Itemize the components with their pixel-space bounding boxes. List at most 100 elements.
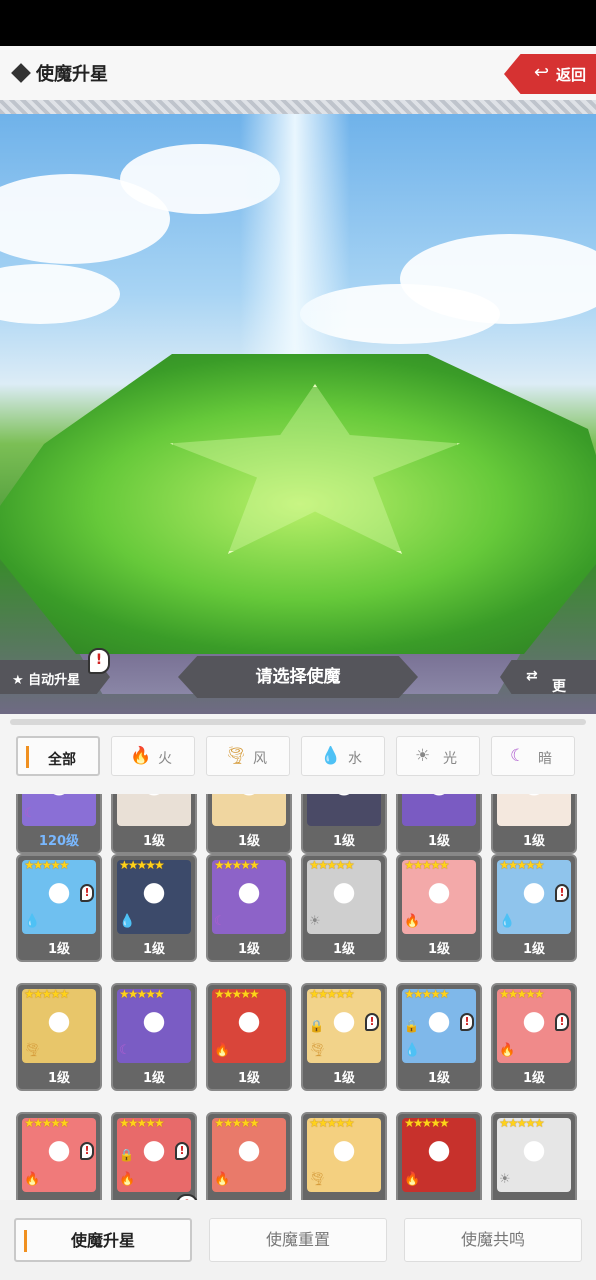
filter-light[interactable]: ☀ 光 xyxy=(396,736,480,776)
filter-label: 全部 xyxy=(48,752,76,768)
dark-icon: ☾ xyxy=(24,806,36,821)
back-label: 返回 xyxy=(556,66,587,84)
fire-icon: 🔥 xyxy=(214,1043,231,1058)
star-rating: ★★★★★ xyxy=(499,858,545,872)
familiar-level: 1级 xyxy=(332,834,356,849)
familiar-level: 1级 xyxy=(427,942,451,957)
back-button[interactable]: ↩ 返回 xyxy=(504,54,596,94)
filter-wind[interactable]: 🌪 风 xyxy=(206,736,290,776)
familiar-card[interactable]: ★★★★★ ☀ xyxy=(491,1112,577,1200)
lock-icon: 🔒 xyxy=(309,1019,324,1033)
familiar-level: 1级 xyxy=(427,1071,451,1086)
familiar-card[interactable]: 1级 xyxy=(396,794,482,854)
familiar-portrait xyxy=(307,794,381,826)
tab-resonance[interactable]: 使魔共鸣 xyxy=(404,1218,582,1262)
fire-icon: 🔥 xyxy=(404,1172,421,1187)
familiar-card[interactable]: ★★★★★ 🌪 xyxy=(301,1112,387,1200)
alert-icon: ! xyxy=(80,1142,94,1160)
filter-label: 火 xyxy=(158,751,172,767)
alert-icon: ! xyxy=(555,884,569,902)
familiar-card[interactable]: ★★★★★! 🔥 1级 xyxy=(491,983,577,1091)
star-rating: ★★★★★ xyxy=(24,858,70,872)
familiar-level: 1级 xyxy=(142,942,166,957)
familiar-card[interactable]: ★★★★★ 🔥 1级 xyxy=(206,983,292,1091)
bottom-tab-bar: 使魔升星 使魔重置 使魔共鸣 xyxy=(0,1200,596,1280)
familiar-level: 1级 xyxy=(522,834,546,849)
familiar-grid[interactable]: ☾ 120级 1级 1级 1级 1级 1级 ★★★★★! 💧 1级 ★★★★★ 💧 1级 ★★★★★ ☾ 1级… xyxy=(0,794,596,1200)
star-rating: ★★★★★ xyxy=(309,987,355,1001)
star-rating: ★★★★★ xyxy=(119,1116,165,1130)
active-indicator xyxy=(26,746,29,768)
familiar-card[interactable]: ★★★★★ 💧 1级 xyxy=(111,854,197,962)
star-rating: ★★★★★ xyxy=(119,858,165,872)
page-title: 使魔升星 xyxy=(36,64,108,85)
swap-label: ⇄ 更换 xyxy=(526,668,566,694)
tab-reset[interactable]: 使魔重置 xyxy=(209,1218,387,1262)
select-familiar-banner: 请选择使魔 xyxy=(178,656,418,698)
familiar-card[interactable]: ★★★★★ ☾ 1级 xyxy=(111,983,197,1091)
familiar-level: 1级 xyxy=(142,834,166,849)
header-stripe xyxy=(0,100,596,114)
familiar-level: 1级 xyxy=(142,1071,166,1086)
star-rating: ★★★★★ xyxy=(404,1116,450,1130)
star-rating: ★★★★★ xyxy=(119,987,165,1001)
fire-icon: 🔥 xyxy=(130,746,152,766)
familiar-panel: 全部 🔥 火 🌪 风 💧 水 ☀ 光 ☾ 暗 ☾ 120级 1级 1级 1级 1级 1级 ★★★★★! 💧 1级 ★★★… xyxy=(0,714,596,1200)
tab-label: 使魔升星 xyxy=(70,1231,135,1250)
filter-all[interactable]: 全部 xyxy=(16,736,100,776)
familiar-level: 1级 xyxy=(47,1071,71,1086)
familiar-card[interactable]: 1级 xyxy=(301,794,387,854)
star-rating: ★★★★★ xyxy=(214,858,260,872)
familiar-card[interactable]: ★★★★★ 🔥 1级 xyxy=(396,854,482,962)
familiar-level: 1级 xyxy=(237,834,261,849)
familiar-card[interactable]: ☾ 120级 xyxy=(16,794,102,854)
familiar-level: 1级 xyxy=(427,834,451,849)
swap-button[interactable]: ⇄ 更换 xyxy=(500,660,596,694)
familiar-card[interactable]: 1级 xyxy=(111,794,197,854)
familiar-card[interactable]: 1级 xyxy=(491,794,577,854)
familiar-card[interactable]: ★★★★★ 🔥 xyxy=(206,1112,292,1200)
familiar-card[interactable]: ★★★★★! 💧 1级 xyxy=(491,854,577,962)
familiar-card[interactable]: ★★★★★ 🔥 xyxy=(396,1112,482,1200)
filter-water[interactable]: 💧 水 xyxy=(301,736,385,776)
familiar-portrait xyxy=(402,794,476,826)
tab-label: 使魔共鸣 xyxy=(460,1230,525,1249)
lock-icon: 🔒 xyxy=(404,1019,419,1033)
familiar-card[interactable]: 1级 xyxy=(206,794,292,854)
fire-icon: 🔥 xyxy=(214,1172,231,1187)
light-icon: ☀ xyxy=(309,914,321,929)
alert-icon: ! xyxy=(555,1013,569,1031)
alert-icon: ! xyxy=(365,1013,379,1031)
familiar-card[interactable]: ★★★★★! 🔥 xyxy=(16,1112,102,1200)
familiar-card[interactable]: ★★★★★ 🌪 1级 xyxy=(16,983,102,1091)
familiar-card[interactable]: ★★★★★ 🔒! 🌪 1级 xyxy=(301,983,387,1091)
water-icon: 💧 xyxy=(404,1043,421,1058)
tab-star-up[interactable]: 使魔升星 xyxy=(14,1218,192,1262)
star-rating: ★★★★★ xyxy=(24,1116,70,1130)
filter-dark[interactable]: ☾ 暗 xyxy=(491,736,575,776)
dark-icon: ☾ xyxy=(119,1043,131,1058)
filter-fire[interactable]: 🔥 火 xyxy=(111,736,195,776)
star-rating: ★★★★★ xyxy=(214,987,260,1001)
familiar-card[interactable]: ★★★★★ ☾ 1级 xyxy=(206,854,292,962)
fire-icon: 🔥 xyxy=(404,914,421,929)
familiar-level: 1级 xyxy=(522,1071,546,1086)
fire-icon: 🔥 xyxy=(499,1043,516,1058)
star-rating: ★★★★★ xyxy=(404,987,450,1001)
familiar-card[interactable]: ★★★★★ 🔒! 💧 1级 xyxy=(396,983,482,1091)
familiar-level: 1级 xyxy=(332,942,356,957)
filter-label: 风 xyxy=(253,751,267,767)
familiar-level: 1级 xyxy=(47,942,71,957)
familiar-level: 1级 xyxy=(332,1071,356,1086)
star-rating: ★★★★★ xyxy=(404,858,450,872)
familiar-card[interactable]: ★★★★★! 💧 1级 xyxy=(16,854,102,962)
dark-icon: ☾ xyxy=(214,914,226,929)
panel-divider xyxy=(10,719,586,725)
familiar-card[interactable]: ★★★★★ 🔒! 🔥 xyxy=(111,1112,197,1200)
familiar-portrait xyxy=(212,794,286,826)
familiar-card[interactable]: ★★★★★ ☀ 1级 xyxy=(301,854,387,962)
wind-icon: 🌪 xyxy=(309,1172,326,1187)
dark-icon: ☾ xyxy=(510,746,526,766)
familiar-portrait xyxy=(497,794,571,826)
filter-label: 暗 xyxy=(538,751,552,767)
